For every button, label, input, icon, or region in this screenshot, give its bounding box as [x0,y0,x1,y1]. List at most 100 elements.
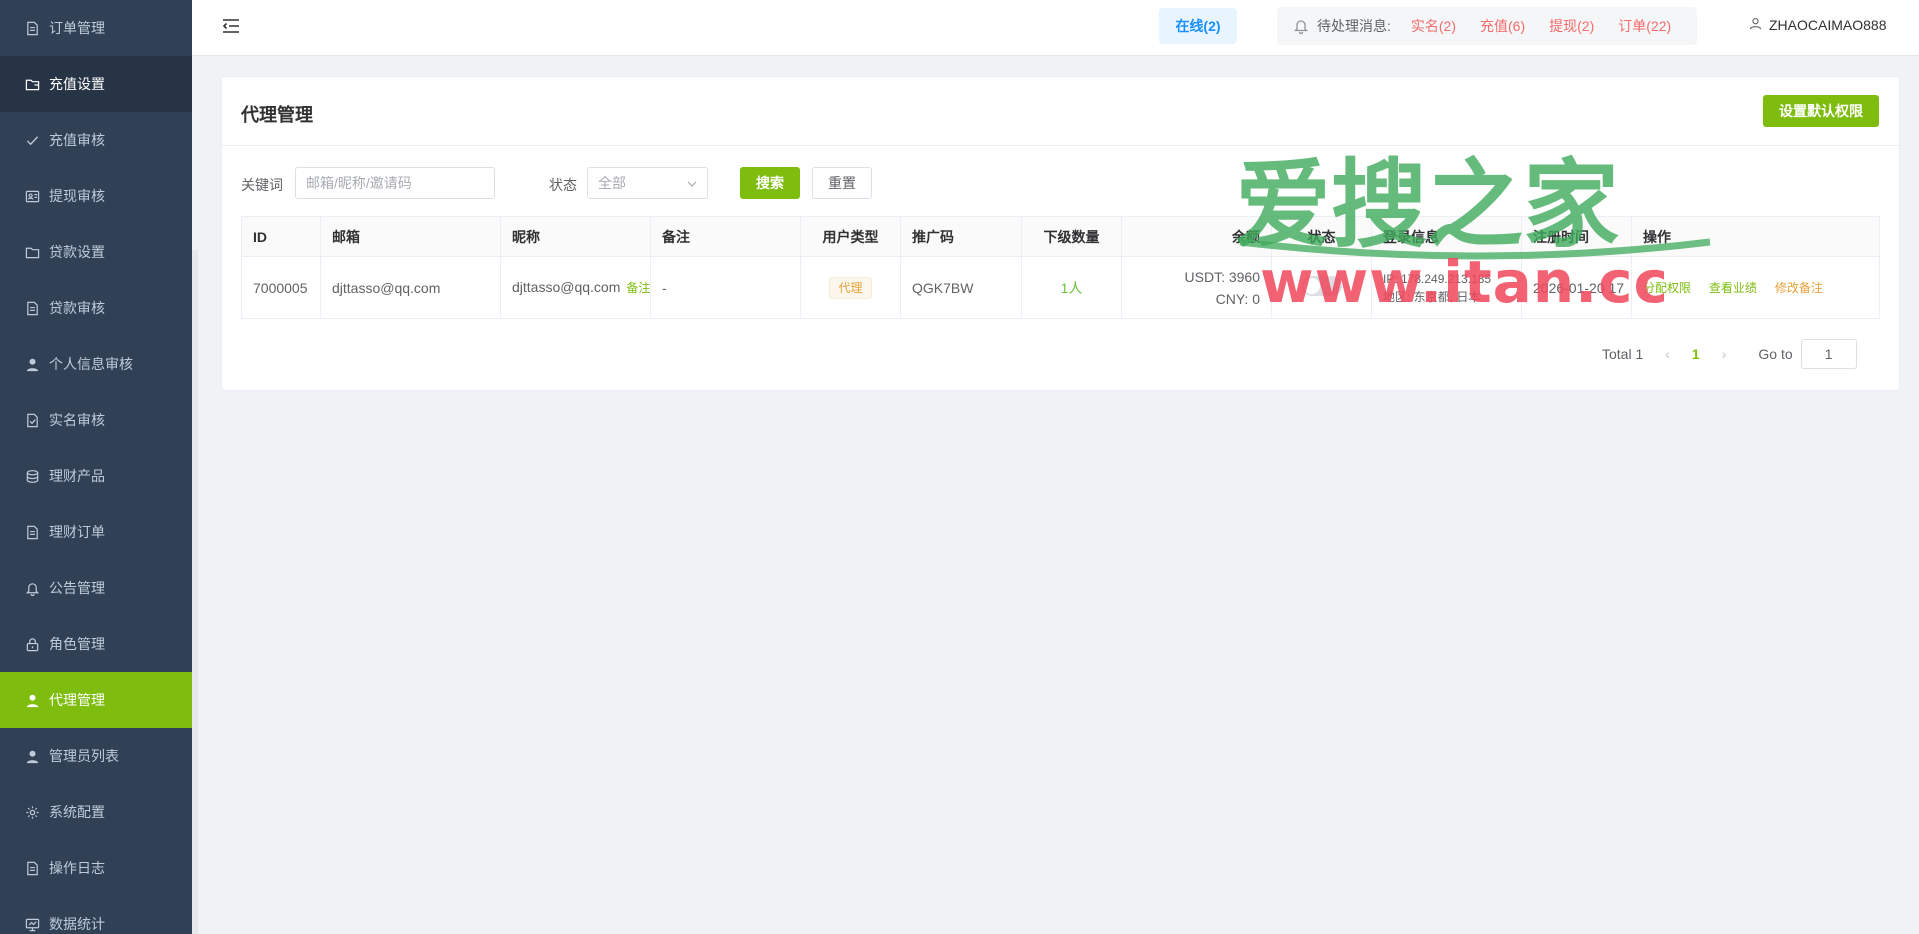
reset-button[interactable]: 重置 [812,167,872,199]
user-icon [1749,17,1769,33]
filter-bar: 关键词 邮箱/昵称/邀请码 状态 全部 搜索 重置 [241,167,941,199]
column-header: 邮箱 [320,216,501,257]
assign-permissions-link[interactable]: 分配权限 [1643,281,1691,295]
sidebar-item-wealth-products[interactable]: 理财产品 [0,448,192,504]
column-header: 下级数量 [1021,216,1122,257]
sidebar-item-system-config[interactable]: 系统配置 [0,784,192,840]
top-header: 在线(2) 待处理消息: 实名(2) 充值(6) 提现(2) 订单(22) ZH… [192,0,1919,56]
user-type-tag: 代理 [829,276,872,299]
sidebar-item-operation-log[interactable]: 操作日志 [0,840,192,896]
sidebar-item-label: 理财产品 [49,468,105,484]
status-toggle[interactable] [1301,276,1342,296]
folder-icon [24,76,40,92]
search-button[interactable]: 搜索 [740,167,800,199]
edit-remark-link[interactable]: 修改备注 [1775,281,1823,295]
folder-icon [24,244,40,260]
cell-balance: USDT: 3960 CNY: 0 [1121,256,1272,319]
lock-icon [24,636,40,652]
sidebar-item-admins[interactable]: 管理员列表 [0,728,192,784]
pagination-total: Total 1 [1602,346,1644,362]
column-header: 操作 [1631,216,1880,257]
sidebar-item-label: 管理员列表 [49,748,119,764]
cell-email: djttasso@qq.com [320,256,501,319]
sidebar-item-label: 贷款审核 [49,300,105,316]
cell-remark: - [650,256,801,319]
pagination: Total 1 ‹ 1 › Go to 1 [1602,339,1857,369]
login-region: 地区: 东京都, 日本 [1383,289,1481,304]
sidebar-item-agents[interactable]: 代理管理 [0,672,192,728]
sidebar-scrollbar[interactable] [192,250,198,934]
table-header-row: ID 邮箱 昵称 备注 用户类型 推广码 下级数量 余额 状态 登录信息 注册时… [241,216,1880,257]
next-page-icon[interactable]: › [1722,346,1727,362]
sidebar-item-label: 操作日志 [49,860,105,876]
set-default-permissions-button[interactable]: 设置默认权限 [1763,95,1879,127]
sidebar-item-label: 数据统计 [49,916,105,932]
sidebar-item-label: 角色管理 [49,636,105,652]
sidebar-item-loan-review[interactable]: 贷款审核 [0,280,192,336]
pending-orders-link[interactable]: 订单(22) [1618,16,1671,36]
document-icon [24,20,40,36]
document-icon [24,300,40,316]
pending-recharge-link[interactable]: 充值(6) [1480,16,1525,36]
table-row: 7000005 djttasso@qq.com djttasso@qq.com 备… [241,256,1880,319]
gear-icon [24,804,40,820]
pending-withdraw-link[interactable]: 提现(2) [1549,16,1594,36]
cell-id: 7000005 [241,256,321,319]
sidebar: 订单管理 充值设置 充值审核 提现审核 贷款设置 贷款审核 个人信息审核 实名审… [0,0,192,934]
sidebar-item-label: 代理管理 [49,692,105,708]
sidebar-item-label: 个人信息审核 [49,356,133,372]
sidebar-item-statistics[interactable]: 数据统计 [0,896,192,934]
sidebar-item-loan-settings[interactable]: 贷款设置 [0,224,192,280]
keyword-input[interactable]: 邮箱/昵称/邀请码 [295,167,495,199]
column-header: 用户类型 [800,216,901,257]
page-number[interactable]: 1 [1692,346,1700,362]
cell-sub-count[interactable]: 1人 [1021,256,1122,319]
sidebar-item-orders[interactable]: 订单管理 [0,0,192,56]
view-performance-link[interactable]: 查看业绩 [1709,281,1757,295]
sidebar-item-label: 公告管理 [49,580,105,596]
pending-realname-link[interactable]: 实名(2) [1411,16,1456,36]
cell-login-info: IP: 178.249.213.185 地区: 东京都, 日本 [1371,256,1522,319]
prev-page-icon[interactable]: ‹ [1665,346,1670,362]
nickname-remark-link[interactable]: 备注 [626,281,649,295]
sidebar-item-withdraw-review[interactable]: 提现审核 [0,168,192,224]
sidebar-item-roles[interactable]: 角色管理 [0,616,192,672]
sidebar-item-recharge-settings[interactable]: 充值设置 [0,56,192,112]
sidebar-item-realname-review[interactable]: 实名审核 [0,392,192,448]
user-icon [24,356,40,372]
sidebar-item-label: 贷款设置 [49,244,105,260]
user-icon [24,692,40,708]
column-header: 状态 [1271,216,1372,257]
page-title: 代理管理 [241,105,313,125]
bell-icon [1293,18,1309,35]
sidebar-item-recharge-review[interactable]: 充值审核 [0,112,192,168]
goto-label: Go to [1758,346,1793,362]
sidebar-item-label: 提现审核 [49,188,105,204]
sidebar-item-label: 订单管理 [49,20,105,36]
balance-cny: CNY: 0 [1215,290,1260,307]
username: ZHAOCAIMAO888 [1769,17,1887,33]
sidebar-item-wealth-orders[interactable]: 理财订单 [0,504,192,560]
sidebar-item-personal-info-review[interactable]: 个人信息审核 [0,336,192,392]
coins-icon [24,468,40,484]
status-select[interactable]: 全部 [587,167,708,199]
user-menu[interactable]: ZHAOCAIMAO888 [1749,17,1886,33]
agent-management-card: 代理管理 设置默认权限 关键词 邮箱/昵称/邀请码 状态 全部 搜索 重置 ID… [221,76,1900,391]
pending-messages: 待处理消息: 实名(2) 充值(6) 提现(2) 订单(22) [1277,7,1697,45]
document-icon [24,524,40,540]
online-count-badge[interactable]: 在线(2) [1159,8,1237,44]
column-header: 昵称 [500,216,651,257]
user-icon [24,748,40,764]
cell-user-type: 代理 [800,256,901,319]
id-card-icon [24,188,40,204]
column-header: ID [241,216,321,257]
column-header: 备注 [650,216,801,257]
login-ip: IP: 178.249.213.185 [1383,271,1492,286]
agent-table: ID 邮箱 昵称 备注 用户类型 推广码 下级数量 余额 状态 登录信息 注册时… [241,216,1880,319]
menu-toggle-icon[interactable] [222,18,240,34]
goto-page-input[interactable]: 1 [1800,339,1857,369]
monitor-icon [24,916,40,932]
status-label: 状态 [549,177,577,193]
column-header: 登录信息 [1371,216,1522,257]
sidebar-item-announcements[interactable]: 公告管理 [0,560,192,616]
